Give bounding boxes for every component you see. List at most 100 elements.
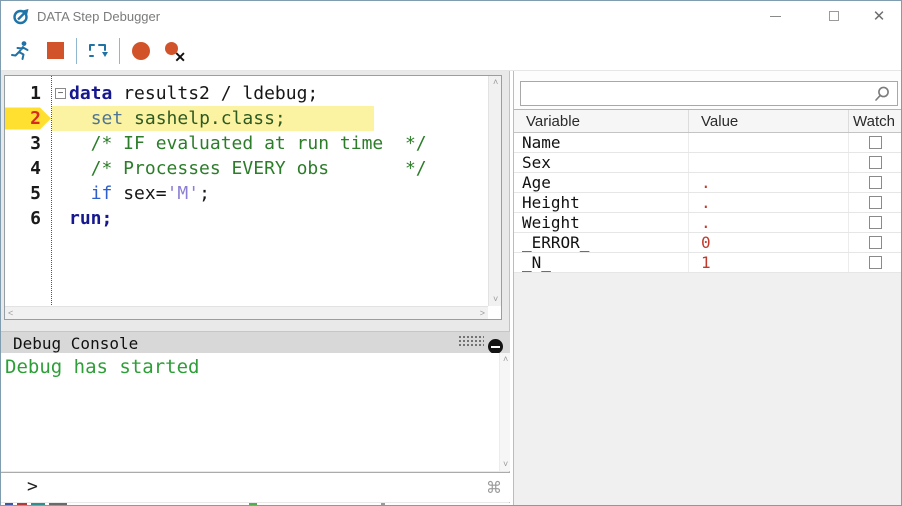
watch-checkbox[interactable] <box>869 156 882 169</box>
editor-horizontal-scrollbar[interactable]: ˂ ˃ <box>5 306 488 319</box>
step-over-icon <box>89 43 108 57</box>
token-str: 'M' <box>166 183 200 204</box>
variable-name: _ERROR_ <box>522 233 590 252</box>
watch-checkbox[interactable] <box>869 136 882 149</box>
code-text: /* Processes EVERY obs */ <box>69 158 427 179</box>
runner-icon <box>11 40 29 60</box>
code-line[interactable]: if sex='M'; <box>52 181 501 206</box>
watch-checkbox[interactable] <box>869 196 882 209</box>
variable-value: . <box>688 213 848 232</box>
line-number[interactable]: 6 <box>5 206 51 231</box>
step-button[interactable] <box>81 34 115 68</box>
fold-toggle-icon[interactable]: − <box>55 88 66 99</box>
code-line[interactable]: − data results2 / ldebug; <box>52 81 501 106</box>
scroll-up-icon[interactable]: ˄ <box>493 78 498 87</box>
search-strip <box>514 71 901 109</box>
current-line-marker[interactable]: 2 <box>5 107 51 130</box>
debug-console-output[interactable]: Debug has started ˄ ˅ <box>1 353 510 471</box>
column-header-watch[interactable]: Watch <box>848 110 901 132</box>
watch-panel: Variable Value Watch Name Sex Age. Height. W… <box>513 71 901 505</box>
code-line[interactable]: run; <box>52 206 501 231</box>
window-title: DATA Step Debugger <box>37 9 161 24</box>
editor-pane: 123456 − data results2 / ldebug; set sash… <box>1 71 510 505</box>
column-header-value[interactable]: Value <box>688 110 848 132</box>
close-icon: ✕ <box>872 8 886 25</box>
scroll-up-icon[interactable]: ˄ <box>503 355 508 364</box>
token-comment: /* Processes EVERY obs */ <box>69 158 427 179</box>
code-text: run; <box>69 208 112 229</box>
code-line[interactable]: /* IF evaluated at run time */ <box>52 131 501 156</box>
code-editor[interactable]: 123456 − data results2 / ldebug; set sash… <box>4 75 502 320</box>
line-number[interactable]: 3 <box>5 131 51 156</box>
line-number[interactable]: 4 <box>5 156 51 181</box>
token-setkw: set <box>90 108 124 129</box>
code-text: data results2 / ldebug; <box>69 83 318 104</box>
drag-grip-icon[interactable] <box>458 335 484 347</box>
minimize-button[interactable] <box>758 1 792 31</box>
collapse-console-button[interactable] <box>488 339 503 354</box>
breakpoint-button[interactable] <box>124 34 158 68</box>
search-icon[interactable] <box>873 85 891 103</box>
scroll-down-icon[interactable]: ˅ <box>493 295 498 304</box>
variable-name: _N_ <box>522 253 551 272</box>
watch-cell <box>848 193 901 212</box>
toolbar-separator <box>76 37 77 64</box>
variable-row[interactable]: Height. <box>514 193 901 213</box>
watch-cell <box>848 233 901 252</box>
variable-row[interactable]: Name <box>514 133 901 153</box>
watch-checkbox[interactable] <box>869 236 882 249</box>
scroll-left-icon[interactable]: ˂ <box>8 309 13 318</box>
close-button[interactable]: ✕ <box>862 1 896 31</box>
watch-cell <box>848 133 901 152</box>
watch-cell <box>848 213 901 232</box>
code-line[interactable]: set sashelp.class; <box>52 106 501 131</box>
code-lines[interactable]: − data results2 / ldebug; set sashelp.cla… <box>52 76 501 319</box>
clear-breakpoints-button[interactable]: ✕ <box>158 34 192 68</box>
stop-button[interactable] <box>38 34 72 68</box>
watch-cell <box>848 173 901 192</box>
watch-checkbox[interactable] <box>869 176 882 189</box>
maximize-button[interactable] <box>817 1 851 31</box>
gutter[interactable]: 123456 <box>5 76 52 319</box>
editor-vertical-scrollbar[interactable]: ˄ ˅ <box>488 76 501 306</box>
toolbar-separator <box>119 37 120 64</box>
debugger-app-icon <box>13 9 29 25</box>
command-input-row[interactable]: > ⌘ <box>1 472 510 502</box>
command-icon[interactable]: ⌘ <box>486 478 502 498</box>
debug-console-header[interactable]: Debug Console <box>1 331 510 354</box>
search-box[interactable] <box>520 81 898 106</box>
run-button[interactable] <box>4 34 38 68</box>
token-plain: sex= <box>112 183 167 204</box>
toolbar: ✕ <box>1 31 901 71</box>
titlebar[interactable]: DATA Step Debugger ✕ <box>1 1 901 31</box>
scroll-down-icon[interactable]: ˅ <box>503 460 508 469</box>
token-ifkw: if <box>90 183 113 204</box>
variable-row[interactable]: Sex <box>514 153 901 173</box>
variable-row[interactable]: Weight. <box>514 213 901 233</box>
current-line-highlight: set sashelp.class; <box>52 106 374 131</box>
data-step-debugger-window: DATA Step Debugger ✕ ✕ 1 2 3 4 5 6 − dat… <box>0 0 902 506</box>
variable-row[interactable]: _N_ 1 <box>514 253 901 273</box>
variable-name: Sex <box>522 153 551 172</box>
variable-name: Weight <box>522 213 580 232</box>
line-number[interactable]: 1 <box>5 81 51 106</box>
scroll-right-icon[interactable]: ˃ <box>480 309 485 318</box>
variable-row[interactable]: Age. <box>514 173 901 193</box>
debug-console-title: Debug Console <box>13 334 139 353</box>
variable-row[interactable]: _ERROR_ 0 <box>514 233 901 253</box>
code-text: /* IF evaluated at run time */ <box>69 133 427 154</box>
code-text: if sex='M'; <box>69 183 210 204</box>
watch-checkbox[interactable] <box>869 216 882 229</box>
watch-checkbox[interactable] <box>869 256 882 269</box>
variable-name: Height <box>522 193 580 212</box>
line-number[interactable]: 5 <box>5 181 51 206</box>
search-input[interactable] <box>523 83 871 104</box>
watch-cell <box>848 153 901 172</box>
console-scrollbar[interactable]: ˄ ˅ <box>499 353 510 471</box>
watch-table-header: Variable Value Watch <box>514 109 901 133</box>
code-line[interactable]: /* Processes EVERY obs */ <box>52 156 501 181</box>
minimize-icon <box>769 15 781 17</box>
column-header-variable[interactable]: Variable <box>514 113 688 130</box>
